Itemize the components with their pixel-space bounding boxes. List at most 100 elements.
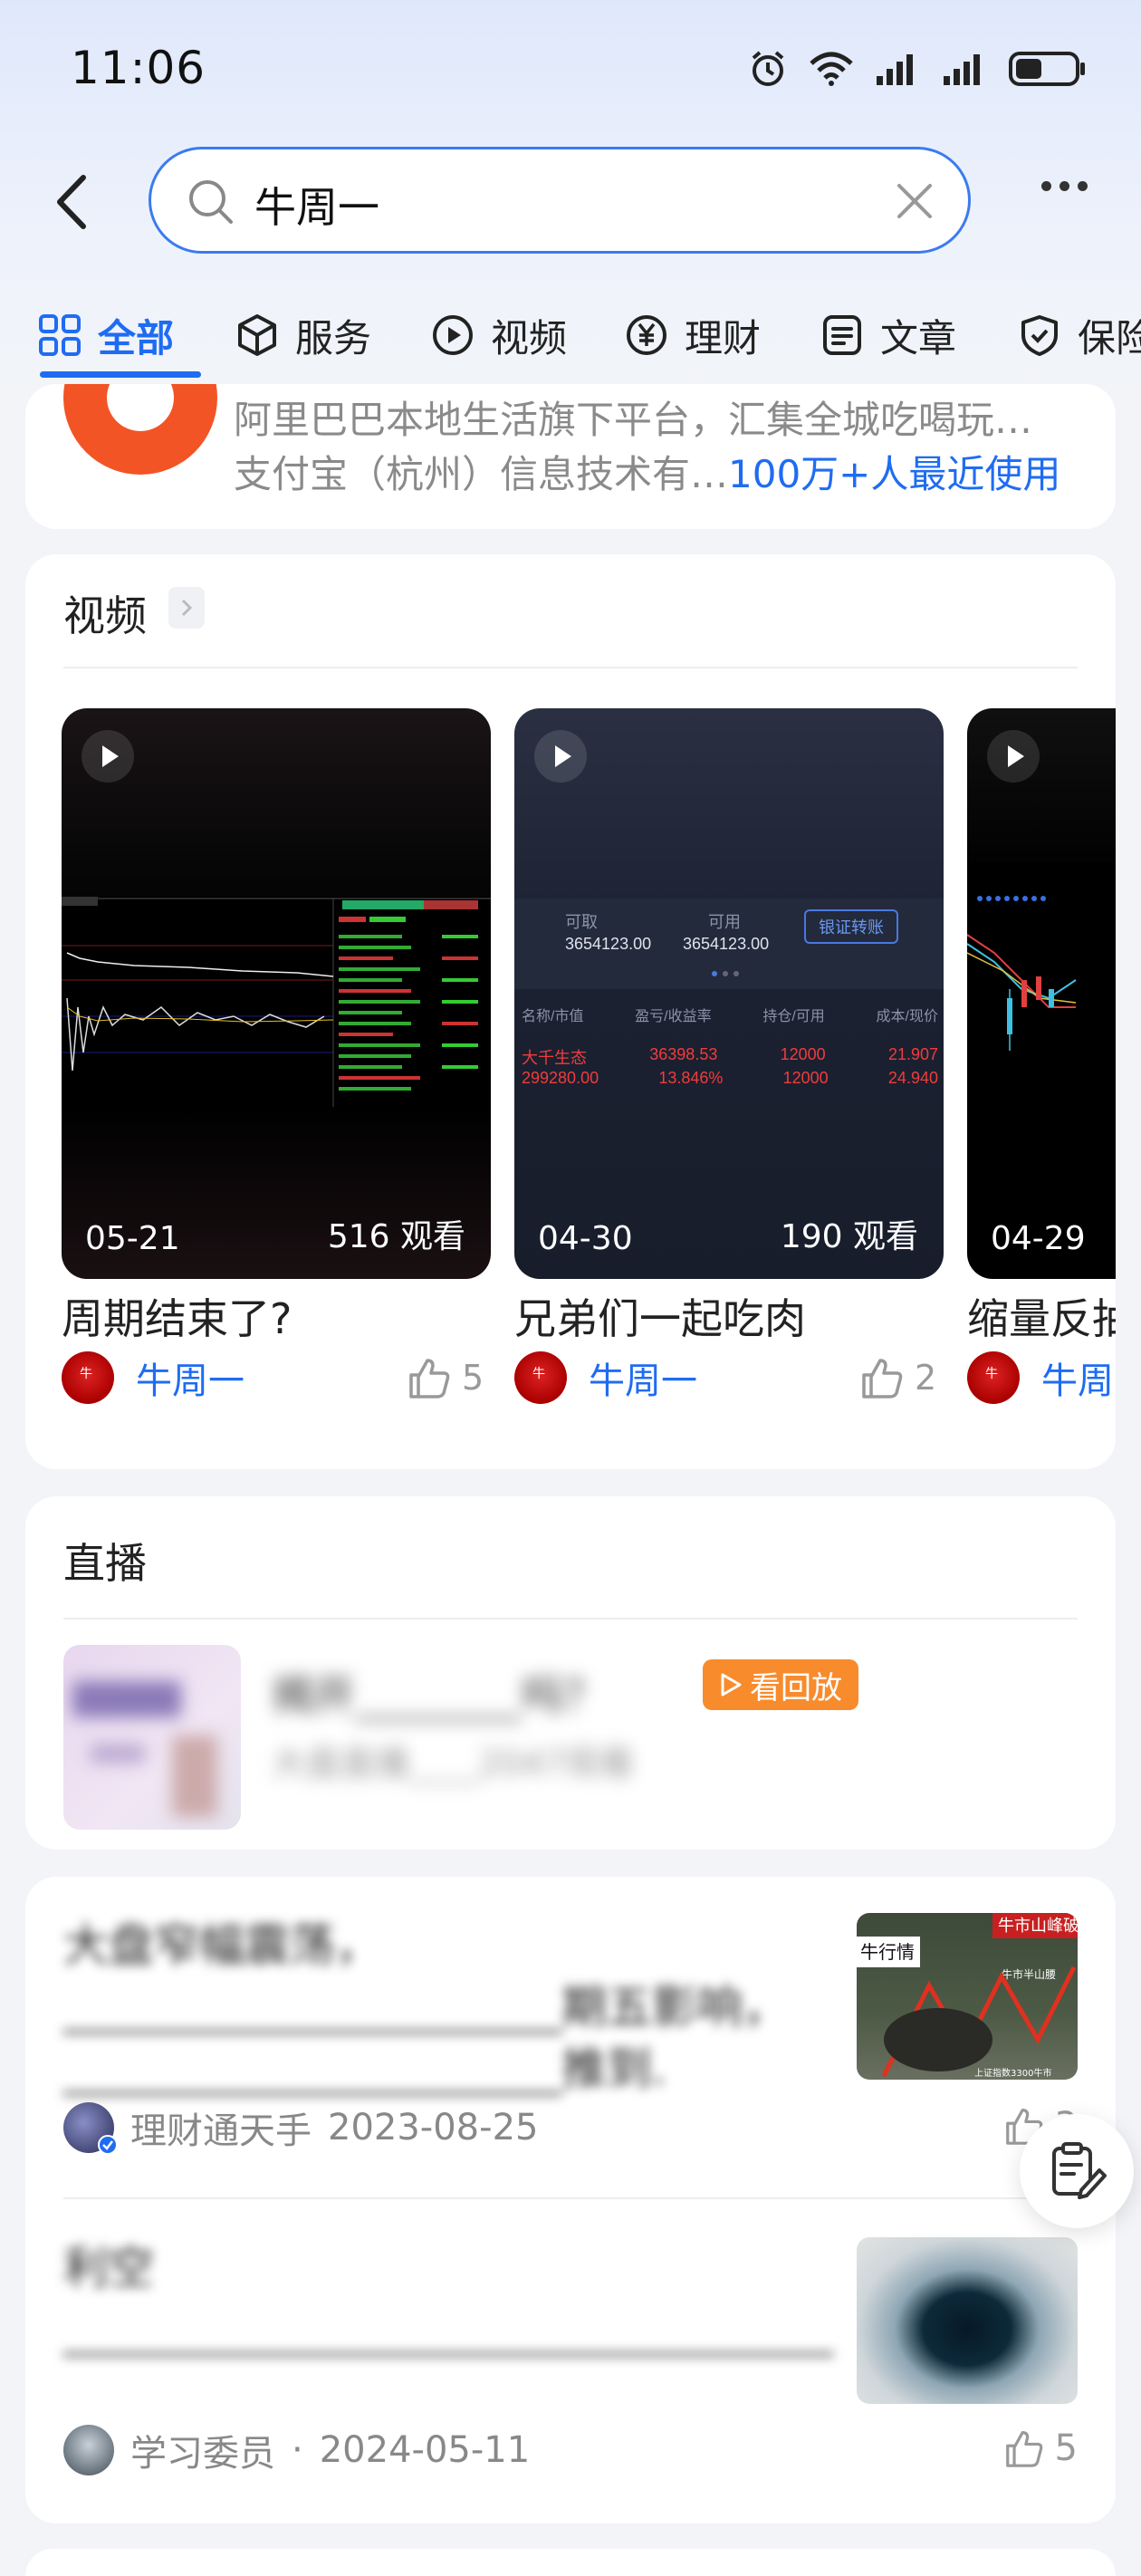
tab-finance[interactable]: 理财 <box>625 292 761 379</box>
candlestick-chart-screenshot <box>967 862 1116 1098</box>
holding-row: 299280.00 13.846% 12000 24.940 <box>522 1069 938 1088</box>
more-button[interactable] <box>1041 181 1088 191</box>
tab-articles[interactable]: 文章 <box>820 292 956 379</box>
status-icons <box>748 49 1087 89</box>
live-section: 直播 揭开________吗？ 看回放 大盘直播____2047观看 <box>25 1496 1116 1850</box>
live-title[interactable]: 揭开________吗？ <box>272 1663 605 1723</box>
tab-label: 视频 <box>491 315 568 360</box>
article-title[interactable]: 大盘窄幅震荡，______________________期五影响，______… <box>63 1915 824 2100</box>
article-meta: 学习委员 · 2024-05-11 <box>63 2424 530 2476</box>
video-title[interactable]: 周期结束了? <box>62 1286 292 1346</box>
like-button[interactable]: 2 <box>860 1357 936 1399</box>
search-query: 牛周一 <box>254 183 379 232</box>
like-count: 5 <box>1054 2427 1078 2469</box>
app-company: 支付宝（杭州）信息技术有… <box>234 452 729 496</box>
section-title: 直播 <box>63 1539 147 1588</box>
like-button[interactable]: 5 <box>408 1357 484 1399</box>
cell: 大千生态 <box>522 1049 587 1067</box>
play-icon <box>534 730 587 783</box>
like-count: 5 <box>462 1358 484 1398</box>
back-button[interactable] <box>47 170 101 234</box>
tab-services[interactable]: 服务 <box>235 292 371 379</box>
author-avatar <box>63 2102 118 2155</box>
author-name: 牛周一 <box>136 1360 244 1402</box>
blurred-thumbnail <box>63 1645 241 1830</box>
alarm-icon <box>752 51 784 86</box>
tab-label: 保险 <box>1078 315 1141 360</box>
signal-icon-2 <box>944 54 980 85</box>
more-dot <box>1078 181 1088 191</box>
author-avatar <box>514 1351 567 1404</box>
video-author[interactable]: 牛周一 <box>62 1351 244 1404</box>
tab-all[interactable]: 全部 <box>38 292 174 379</box>
divider <box>63 667 1078 668</box>
shield-icon <box>1021 315 1058 356</box>
cell: 24.940 <box>887 1069 938 1087</box>
article-title[interactable]: 利空__________________________________ <box>63 2237 833 2360</box>
tab-insurance[interactable]: 保险 <box>1018 292 1141 379</box>
video-title[interactable]: 缩量反抽 <box>967 1286 1116 1346</box>
tab-label: 服务 <box>295 315 372 360</box>
clear-icon[interactable] <box>894 180 935 222</box>
cell: 12000 <box>780 1045 826 1063</box>
video-thumbnail[interactable]: 04-29 <box>967 708 1116 1279</box>
author-name: 牛周一 <box>589 1360 697 1402</box>
replay-badge[interactable]: 看回放 <box>703 1659 858 1710</box>
tab-label: 文章 <box>880 315 957 360</box>
col-header: 名称/市值 <box>522 1009 584 1024</box>
stock-chart-screenshot <box>62 897 491 1109</box>
author-name[interactable]: 学习委员 <box>130 2424 275 2476</box>
cell: 36398.53 <box>649 1045 718 1063</box>
article-thumbnail[interactable]: 牛市山峰破万 牛行情 牛市半山腰 上证指数3300牛市 <box>857 1913 1078 2080</box>
play-circle-icon <box>433 315 473 355</box>
thumbs-up-icon <box>1005 2431 1042 2467</box>
cell: 12000 <box>782 1069 829 1087</box>
video-thumbnail[interactable]: 可取 可用 3654123.00 3654123.00 银证转账 名称/市值 盈… <box>514 708 944 1279</box>
video-date: 04-30 <box>538 1220 633 1257</box>
video-author[interactable]: 牛周 <box>967 1351 1114 1404</box>
app-description: 阿里巴巴本地生活旗下平台，汇集全城吃喝玩… <box>234 398 1033 442</box>
section-more-button[interactable] <box>168 587 205 629</box>
thumbs-up-icon <box>862 1359 903 1399</box>
article-date: 2023-08-25 <box>328 2107 539 2148</box>
col-header: 盈亏/收益率 <box>635 1009 712 1024</box>
live-thumbnail[interactable] <box>63 1645 241 1830</box>
thumb-label: 上证指数3300牛市 <box>974 2067 1051 2079</box>
video-author[interactable]: 牛周一 <box>514 1351 697 1404</box>
account-panel: 可取 可用 3654123.00 3654123.00 银证转账 名称/市值 盈… <box>514 899 944 1143</box>
document-icon <box>823 315 861 355</box>
section-title[interactable]: 视频 <box>63 583 147 643</box>
author-name[interactable]: 理财通天手 <box>130 2101 312 2154</box>
meta-separator: · <box>292 2429 303 2471</box>
cell: 13.846% <box>658 1069 724 1087</box>
wifi-icon <box>810 52 853 86</box>
more-dot <box>1060 181 1069 191</box>
tab-label: 理财 <box>685 315 762 360</box>
article-thumbnail[interactable] <box>857 2237 1078 2404</box>
thumb-label: 牛市山峰破万 <box>998 1917 1078 1936</box>
chevron-left-icon <box>57 175 86 229</box>
author-name: 牛周 <box>1041 1360 1114 1402</box>
cell: 299280.00 <box>522 1069 599 1087</box>
search-icon <box>189 180 233 224</box>
more-dot <box>1041 181 1051 191</box>
panel-value: 3654123.00 <box>565 935 652 953</box>
thumbs-up-icon <box>409 1359 450 1399</box>
app-result-card[interactable]: 阿里巴巴本地生活旗下平台，汇集全城吃喝玩… 支付宝（杭州）信息技术有…100万+… <box>25 384 1116 529</box>
tab-video[interactable]: 视频 <box>431 292 567 379</box>
col-header: 持仓/可用 <box>762 1009 825 1024</box>
like-button[interactable]: 5 <box>1004 2427 1078 2469</box>
cell: 21.907 <box>887 1045 938 1063</box>
author-avatar <box>967 1351 1020 1404</box>
floating-edit-button[interactable] <box>1020 2114 1134 2228</box>
video-thumbnail[interactable]: 05-21 516 观看 <box>62 708 491 1279</box>
bull-chart-thumbnail: 牛市山峰破万 牛行情 牛市半山腰 上证指数3300牛市 <box>857 1913 1078 2079</box>
clipboard-edit-icon <box>1052 2142 1107 2199</box>
yen-circle-icon <box>627 315 666 355</box>
video-views: 516 观看 <box>327 1218 465 1255</box>
thumb-label: 牛行情 <box>860 1941 915 1963</box>
app-logo <box>63 384 217 475</box>
articles-section: 大盘窄幅震荡，______________________期五影响，______… <box>25 1877 1116 2523</box>
search-input[interactable]: 牛周一 <box>149 147 971 254</box>
video-title[interactable]: 兄弟们一起吃肉 <box>514 1286 806 1346</box>
